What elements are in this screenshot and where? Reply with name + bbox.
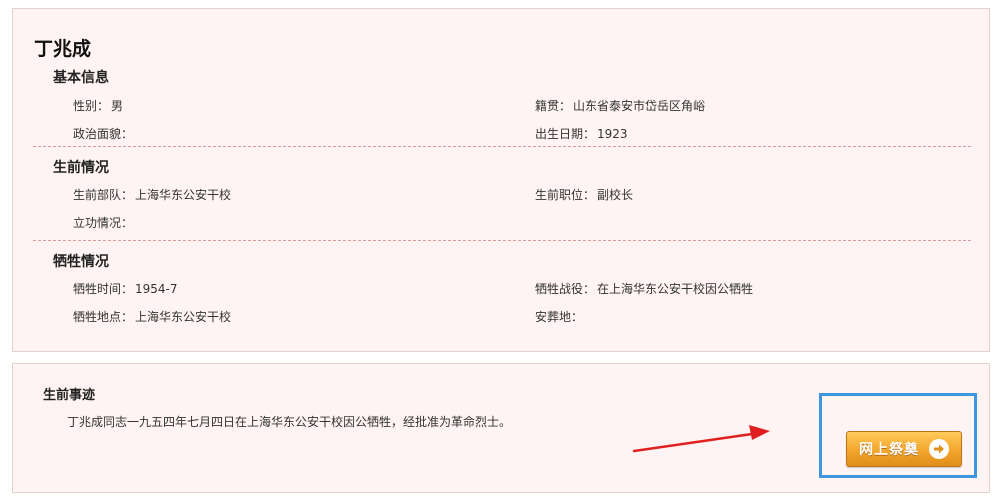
position-label: 生前职位：	[535, 188, 596, 202]
birth-date-label: 出生日期：	[535, 127, 596, 141]
unit-value: 上海华东公安干校	[135, 188, 232, 202]
birth-date-value: 1923	[597, 127, 628, 141]
sacrifice-place-label: 牺牲地点：	[73, 310, 134, 324]
position-value: 副校长	[597, 188, 634, 202]
native-place-value: 山东省泰安市岱岳区角峪	[573, 99, 706, 113]
annotation-arrow-icon	[632, 425, 770, 453]
unit-label: 生前部队：	[73, 188, 134, 202]
martyr-info-panel: 丁兆成 基本信息 性别：男 籍贯： 山东省泰安市岱岳区角峪 政治面貌： 出生日期：…	[12, 8, 990, 352]
online-tribute-button[interactable]: 网上祭奠	[846, 431, 962, 467]
merit-field: 立功情况：	[73, 214, 135, 231]
arrow-right-circle-icon	[929, 439, 949, 459]
burial-place-label: 安葬地：	[535, 310, 584, 324]
sacrifice-place-field: 牺牲地点： 上海华东公安干校	[73, 308, 231, 325]
life-story-text: 丁兆成同志一九五四年七月四日在上海华东公安干校因公牺牲，经批准为革命烈士。	[67, 415, 512, 429]
political-status-label: 政治面貌：	[73, 127, 134, 141]
sacrifice-time-value: 1954-7	[135, 282, 178, 296]
section-divider	[33, 146, 971, 147]
gender-field: 性别：男	[73, 97, 123, 114]
sacrifice-time-field: 牺牲时间： 1954-7	[73, 280, 178, 297]
section-sacrifice-title: 牺牲情况	[53, 254, 109, 270]
political-status-field: 政治面貌：	[73, 125, 135, 142]
sacrifice-battle-field: 牺牲战役： 在上海华东公安干校因公牺牲	[535, 280, 753, 297]
position-field: 生前职位： 副校长	[535, 186, 633, 203]
unit-field: 生前部队： 上海华东公安干校	[73, 186, 231, 203]
burial-place-field: 安葬地：	[535, 308, 585, 325]
online-tribute-label: 网上祭奠	[859, 442, 919, 458]
section-basic-info-title: 基本信息	[53, 70, 109, 86]
gender-label: 性别：	[73, 99, 110, 113]
sacrifice-time-label: 牺牲时间：	[73, 282, 134, 296]
martyr-name: 丁兆成	[34, 38, 92, 60]
merit-label: 立功情况：	[73, 216, 134, 230]
native-place-field: 籍贯： 山东省泰安市岱岳区角峪	[535, 97, 705, 114]
section-life-title: 生前情况	[53, 160, 109, 176]
sacrifice-place-value: 上海华东公安干校	[135, 310, 232, 324]
birth-date-field: 出生日期： 1923	[535, 125, 628, 142]
native-place-label: 籍贯：	[535, 99, 572, 113]
sacrifice-battle-value: 在上海华东公安干校因公牺牲	[597, 282, 754, 296]
section-divider	[33, 240, 971, 241]
life-story-title: 生前事迹	[43, 388, 96, 403]
gender-value: 男	[111, 99, 124, 113]
sacrifice-battle-label: 牺牲战役：	[535, 282, 596, 296]
